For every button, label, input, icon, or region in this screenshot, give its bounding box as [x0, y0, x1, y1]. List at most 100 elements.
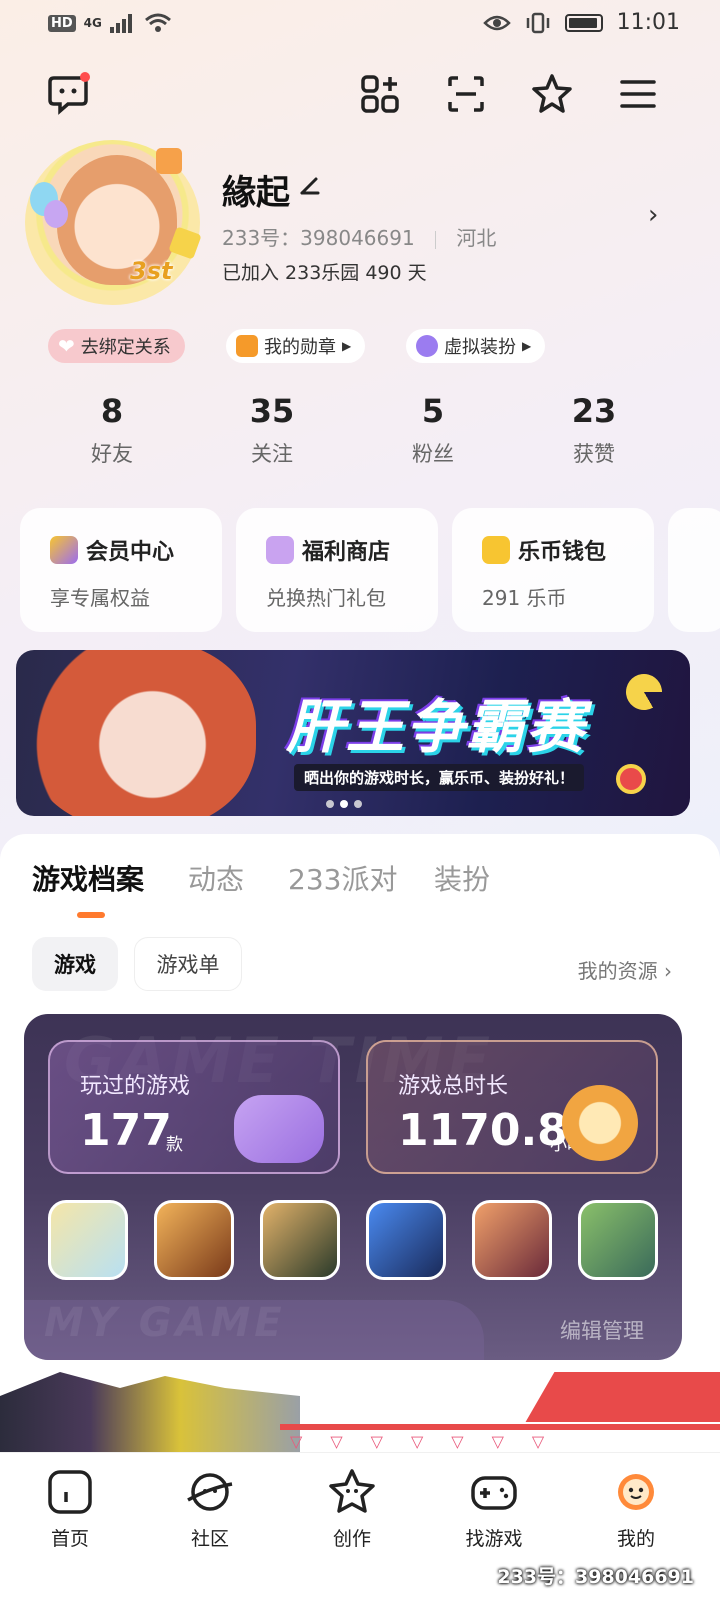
chevron-down-icon: ▽	[531, 1432, 545, 1451]
wallet-card[interactable]: 乐币钱包 291 乐币	[452, 508, 654, 632]
dress-tag[interactable]: 虚拟装扮 ▶	[406, 329, 546, 363]
clock: 11:01	[616, 10, 680, 35]
chevron-down-icon: ▽	[451, 1432, 464, 1451]
signal-4g: 4G	[83, 16, 102, 30]
game-icon[interactable]	[472, 1200, 552, 1280]
star-face-icon	[329, 1469, 375, 1513]
tab-party[interactable]: 233派对	[288, 858, 397, 898]
nav-label: 创作	[332, 1528, 371, 1550]
more-feature-card[interactable]	[668, 508, 720, 632]
edit-icon[interactable]	[298, 173, 322, 197]
nav-label: 社区	[190, 1528, 229, 1550]
nav-find-games[interactable]: 找游戏	[434, 1466, 554, 1551]
location-text: 河北	[456, 226, 497, 250]
stopwatch-icon	[562, 1085, 638, 1161]
banner-indicator	[354, 800, 362, 808]
my-resources-link[interactable]: 我的资源 ›	[578, 955, 672, 984]
wallet-icon	[482, 536, 510, 564]
game-icon[interactable]	[260, 1200, 340, 1280]
link-label: 我的资源	[577, 959, 658, 983]
games-played-unit: 款	[166, 1135, 183, 1155]
card-subtitle: 享专属权益	[50, 586, 150, 610]
wifi-icon	[144, 13, 171, 32]
card-title: 福利商店	[302, 540, 391, 565]
game-icon[interactable]	[154, 1200, 234, 1280]
chevron-right-icon: ›	[664, 959, 672, 983]
promo-ribbon	[525, 1372, 720, 1422]
subtab-game-list[interactable]: 游戏单	[134, 937, 242, 991]
nav-label: 我的	[616, 1528, 655, 1550]
uid-text: 233号：398046691	[222, 226, 415, 250]
card-subtitle: 兑换热门礼包	[266, 586, 386, 610]
chat-icon[interactable]	[44, 70, 92, 118]
card-subtitle: 291 乐币	[482, 586, 567, 610]
scan-icon[interactable]	[442, 70, 490, 118]
vip-center-card[interactable]: 会员中心 享专属权益	[20, 508, 222, 632]
join-days: 已加入 233乐园 490 天	[222, 262, 427, 284]
medal-tag[interactable]: 我的勋章 ▶	[226, 329, 366, 363]
nav-home[interactable]: 首页	[10, 1466, 130, 1551]
tab-game-archive[interactable]: 游戏档案	[32, 858, 144, 898]
nav-label: 首页	[50, 1528, 89, 1550]
gamepad-icon	[234, 1095, 324, 1163]
smiley-icon	[618, 1474, 654, 1510]
card-title: 乐币钱包	[518, 540, 607, 565]
stat-likes[interactable]: 23 获赞	[534, 392, 654, 468]
edit-manage-button[interactable]: 编辑管理	[560, 1315, 644, 1345]
play-time-label: 游戏总时长	[398, 1074, 509, 1099]
bind-relation-tag[interactable]: ❤ 去绑定关系	[48, 329, 185, 363]
game-icon[interactable]	[48, 1200, 128, 1280]
battery-icon	[564, 13, 603, 32]
gift-icon	[266, 536, 294, 564]
hd-badge: HD	[48, 14, 76, 32]
chevron-row: ▽ ▽ ▽ ▽ ▽ ▽ ▽	[290, 1432, 544, 1451]
eye-icon	[482, 15, 511, 30]
joystick-icon	[616, 764, 646, 794]
chevron-down-icon: ▽	[370, 1432, 383, 1451]
nav-community[interactable]: 社区	[150, 1466, 270, 1551]
add-app-icon[interactable]	[356, 70, 404, 118]
game-icon[interactable]	[578, 1200, 658, 1280]
tab-moments[interactable]: 动态	[188, 858, 244, 898]
tag-label: 去绑定关系	[80, 337, 171, 358]
chevron-down-icon: ▽	[491, 1432, 504, 1451]
stat-label: 粉丝	[412, 442, 454, 466]
subtab-games[interactable]: 游戏	[32, 937, 118, 991]
stat-following[interactable]: 35 关注	[212, 392, 332, 468]
nav-create[interactable]: 创作	[292, 1466, 412, 1551]
user-id: 233号：398046691 河北	[222, 222, 496, 251]
home-icon	[48, 1470, 92, 1514]
promo-stripe	[280, 1424, 720, 1430]
notification-dot	[80, 72, 90, 82]
stat-value: 5	[421, 392, 445, 430]
stat-label: 好友	[91, 442, 133, 466]
promo-characters	[0, 1372, 300, 1452]
banner-character	[26, 650, 256, 816]
caret-right-icon: ▶	[522, 339, 532, 353]
divider	[435, 230, 437, 249]
stat-fans[interactable]: 5 粉丝	[373, 392, 493, 468]
game-icon[interactable]	[366, 1200, 446, 1280]
avatar-dress-icon	[416, 335, 438, 357]
heart-icon: ❤	[58, 334, 75, 358]
balloon-decoration	[44, 200, 68, 228]
watermark: 233号：398046691	[497, 1566, 694, 1588]
tab-indicator	[77, 912, 105, 918]
star-icon[interactable]	[528, 70, 576, 118]
stat-friends[interactable]: 8 好友	[52, 392, 172, 468]
nav-label: 找游戏	[465, 1528, 523, 1550]
welfare-shop-card[interactable]: 福利商店 兑换热门礼包	[236, 508, 438, 632]
banner-indicator	[340, 800, 348, 808]
vibrate-icon	[526, 12, 549, 33]
gift-decoration	[156, 148, 182, 174]
caret-right-icon: ▶	[342, 339, 352, 353]
event-banner[interactable]: 肝王争霸赛 晒出你的游戏时长，赢乐币、装扮好礼！	[16, 650, 690, 816]
stat-label: 获赞	[573, 442, 615, 466]
chevron-down-icon: ▽	[290, 1432, 303, 1451]
tab-dressup[interactable]: 装扮	[434, 858, 490, 898]
chevron-right-icon[interactable]: ›	[648, 200, 658, 230]
nav-mine[interactable]: 我的	[576, 1466, 696, 1551]
chevron-down-icon: ▽	[330, 1432, 343, 1451]
chevron-down-icon: ▽	[410, 1432, 424, 1451]
menu-icon[interactable]	[614, 70, 662, 118]
